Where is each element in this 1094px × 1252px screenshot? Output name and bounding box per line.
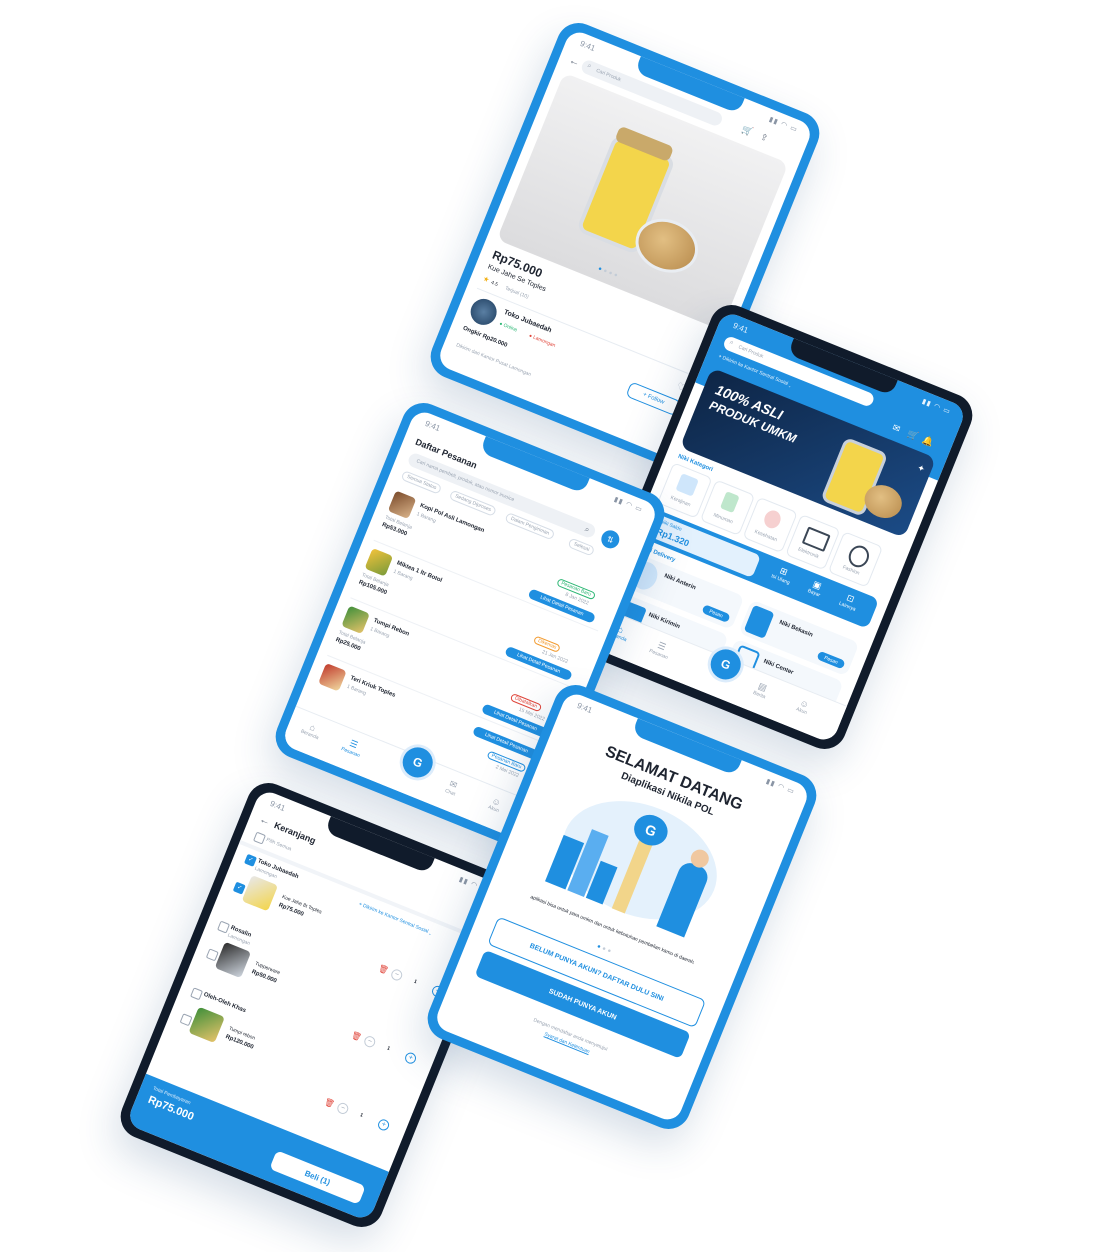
minus-icon[interactable]: − [335,1101,350,1116]
shipping-cost: Ongkir Rp20.000 [461,325,509,349]
order-thumbnail [341,605,370,635]
cart-item-thumbnail [241,874,279,912]
topup-button[interactable]: ⊞ Isi Ulang [765,561,799,588]
checkout-bar: Total Pembayaran Rp75.000 Beli (1) [125,1073,389,1222]
back-arrow-icon[interactable]: ← [567,54,582,69]
quantity-stepper[interactable]: − 1 + [335,1101,392,1133]
search-icon: ⌕ [583,524,591,535]
status-time: 9:41 [578,38,597,54]
nav-item-akun[interactable]: ☺ Akun [487,795,504,814]
filter-button[interactable]: ⇅ [598,527,623,552]
nav-item-pesanan[interactable]: ☰ Pesanan [648,638,673,661]
health-icon [761,508,784,531]
store-online-status: ● Online [498,320,519,334]
service-order-button[interactable]: Pesan [816,650,846,670]
quantity-value: 1 [412,978,418,986]
store-online-label: Online [502,322,519,334]
image-dots: ●●●● [597,265,621,280]
craft-icon [675,473,699,497]
status-time: 9:41 [575,700,594,716]
plus-icon[interactable]: + [403,1051,418,1066]
share-icon[interactable]: ⇪ [759,131,770,144]
star-icon: ★ [481,275,491,285]
store-location-label: Lamongan [532,334,557,349]
minus-icon[interactable]: − [389,967,404,983]
status-time: 9:41 [268,798,287,814]
center-logo-button[interactable]: G [394,738,442,786]
quantity-value: 1 [385,1045,391,1052]
more-button[interactable]: ⊡ Lainnya [832,588,866,615]
phone-service-icon [743,604,775,639]
cart-icon[interactable]: 🛒 [740,124,754,138]
pay-button[interactable]: ▣ Bayar [799,575,833,602]
shipping-origin: Dikirim dari Kantor Pusat Lamongan [455,342,532,378]
search-icon: ⌕ [728,338,735,347]
service-label: Niki Bekasin [778,619,814,639]
plus-icon[interactable]: + [376,1117,391,1133]
nav-item-beranda[interactable]: ⌂ Beranda [300,719,324,741]
trash-icon[interactable]: 🗑 [377,963,390,975]
store-location: ● Lamongan [527,332,557,349]
service-order-button[interactable]: Pesan [701,604,731,624]
cart-item-thumbnail [214,941,252,979]
store-checkbox[interactable] [190,987,204,1001]
product-sold: Terjual (10) [503,285,530,301]
filter-chip[interactable]: Selesai [567,537,596,557]
search-icon: ⌕ [586,62,593,71]
order-thumbnail [318,662,347,692]
order-thumbnail [387,490,417,520]
order-thumbnail [364,547,394,577]
system-icons: ▮▮ ◠ ▭ [764,778,796,796]
search-placeholder: Cari Produk [595,67,622,84]
status-time: 9:41 [423,418,442,434]
trash-icon[interactable]: 🗑 [323,1097,336,1109]
nav-item-berita[interactable]: ▤ Berita [752,680,770,701]
select-all-label: Pilih Semua [265,836,293,853]
product-rating: 4.5 [490,279,499,288]
minus-icon[interactable]: − [362,1034,377,1049]
send-to-label: Dikirim ke Kantor Sentral Sosial [361,902,430,935]
system-icons: ▮▮ ◠ ▭ [612,496,644,514]
system-icons: ▮▮ ◠ ▭ [767,116,799,134]
nav-item-akun[interactable]: ☺ Akun [795,697,812,716]
quantity-stepper[interactable]: − 1 + [362,1034,419,1066]
drink-icon [719,491,740,514]
category-label: Kesehatan [753,528,778,544]
select-all-checkbox[interactable] [252,831,267,845]
back-arrow-icon[interactable]: ← [258,813,273,828]
category-label: Minuman [712,512,734,526]
trash-icon[interactable]: 🗑 [350,1030,363,1042]
buy-button[interactable]: Beli (1) [269,1150,366,1205]
sparkle-icon: ✦ [915,462,927,475]
store-avatar[interactable] [466,294,501,329]
service-label: Niki Anterin [663,573,697,592]
nav-item-chat[interactable]: ✉ Chat [444,778,460,797]
nav-item-pesanan[interactable]: ☰ Pesanan [340,736,365,759]
quantity-value: 1 [358,1112,364,1119]
cart-item-thumbnail [188,1006,225,1044]
